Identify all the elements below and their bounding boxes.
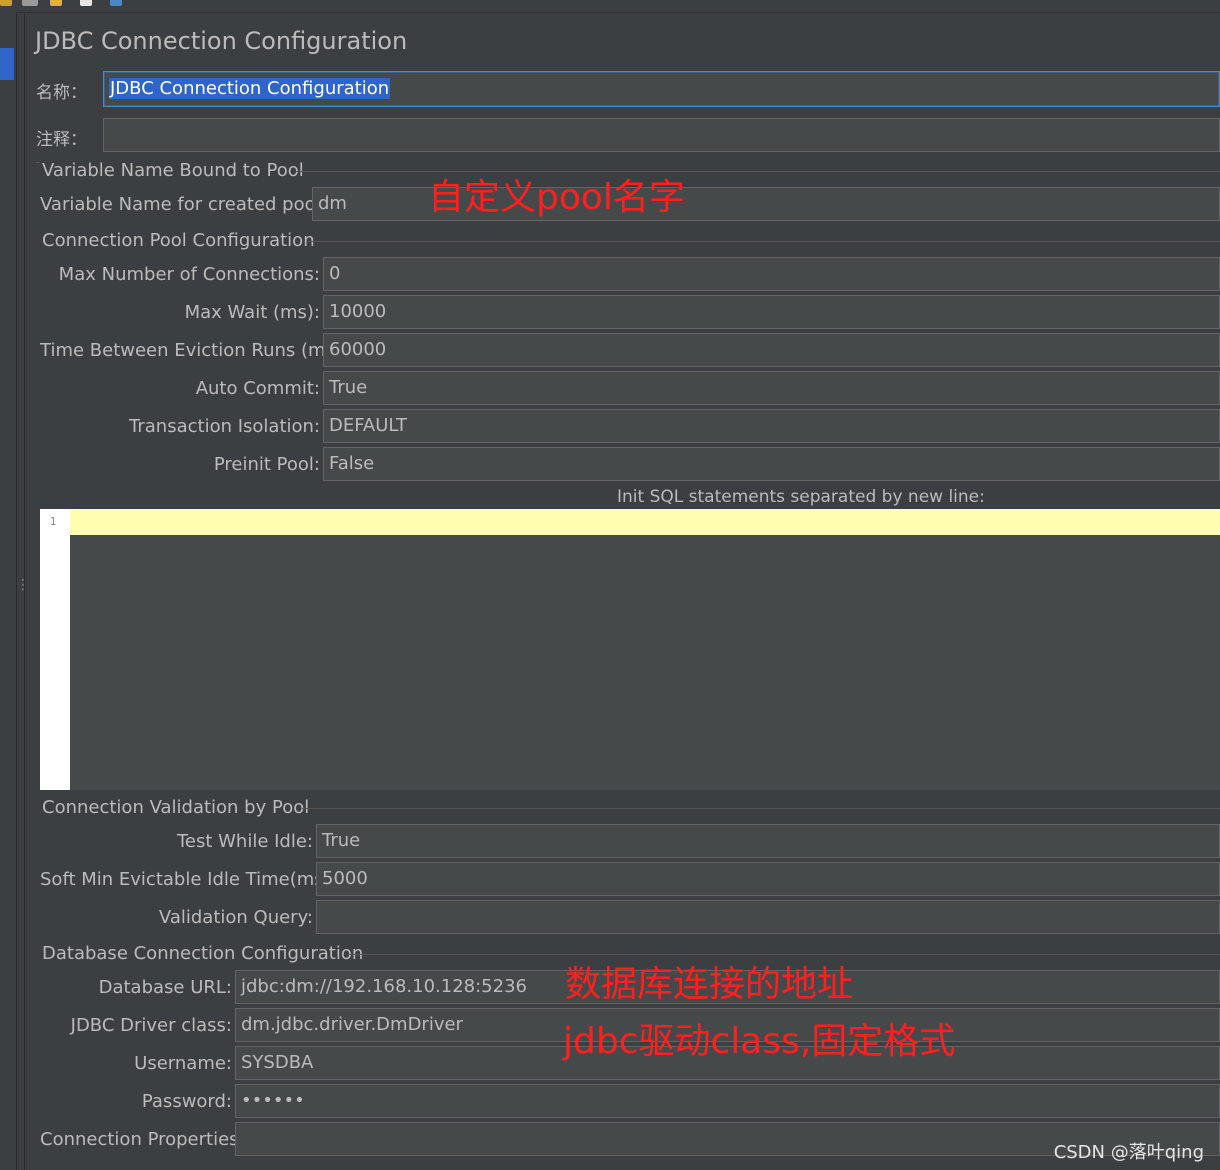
auto-commit-select[interactable]: True	[323, 371, 1220, 405]
toolbar-strip	[0, 0, 1220, 13]
info-icon[interactable]	[110, 0, 122, 6]
soft-min-idle-label: Soft Min Evictable Idle Time(ms):	[40, 869, 337, 890]
driver-class-label: JDBC Driver class:	[70, 1015, 232, 1036]
comment-label: 注释：	[36, 130, 87, 150]
preinit-pool-select[interactable]: False	[323, 447, 1220, 481]
eviction-input[interactable]: 60000	[323, 333, 1220, 367]
line-number-gutter	[40, 509, 70, 790]
line-number: 1	[49, 515, 57, 528]
name-input-value: JDBC Connection Configuration	[109, 78, 391, 99]
section-border	[36, 162, 40, 163]
annotation-driver: jdbc驱动class,固定格式	[563, 1021, 956, 1062]
validation-section-title: Connection Validation by Pool	[42, 797, 310, 818]
max-connections-label: Max Number of Connections:	[58, 264, 320, 285]
password-label: Password:	[141, 1091, 232, 1112]
max-wait-input[interactable]: 10000	[323, 295, 1220, 329]
tree-panel-edge	[0, 12, 17, 1170]
validation-query-label: Validation Query:	[158, 907, 313, 928]
connection-properties-label: Connection Properties:	[40, 1129, 245, 1150]
soft-min-idle-input[interactable]: 5000	[316, 862, 1220, 896]
username-label: Username:	[134, 1053, 232, 1074]
test-while-idle-label: Test While Idle:	[176, 831, 313, 852]
pool-variable-label: Variable Name for created pool:	[40, 194, 327, 215]
test-while-idle-select[interactable]: True	[316, 824, 1220, 858]
annotation-url: 数据库连接的地址	[565, 964, 854, 1005]
name-input[interactable]: JDBC Connection Configuration	[103, 71, 1220, 107]
tree-selection-marker	[0, 48, 14, 80]
section-border	[308, 241, 1220, 242]
variable-section-title: Variable Name Bound to Pool	[42, 160, 304, 181]
document-icon[interactable]	[80, 0, 92, 6]
toolbar-icon[interactable]	[22, 0, 38, 6]
transaction-isolation-label: Transaction Isolation:	[129, 416, 320, 437]
database-url-label: Database URL:	[98, 977, 232, 998]
section-border	[302, 808, 1220, 809]
name-label: 名称：	[36, 83, 87, 103]
max-connections-input[interactable]: 0	[323, 257, 1220, 291]
transaction-isolation-select[interactable]: DEFAULT	[323, 409, 1220, 443]
validation-query-input[interactable]	[316, 900, 1220, 934]
database-section-title: Database Connection Configuration	[42, 943, 364, 964]
init-sql-label: Init SQL statements separated by new lin…	[617, 487, 985, 507]
toolbar-icon[interactable]	[0, 0, 12, 6]
watermark: CSDN @落叶qing	[1053, 1142, 1204, 1163]
password-input[interactable]: ••••••	[235, 1084, 1220, 1118]
eviction-label: Time Between Eviction Runs (ms):	[40, 340, 349, 361]
current-line-highlight	[70, 509, 1220, 535]
preinit-pool-label: Preinit Pool:	[213, 454, 320, 475]
splitter-handle[interactable]: ⋮	[16, 578, 30, 592]
annotation-pool-name: 自定义pool名字	[428, 177, 685, 218]
init-sql-editor[interactable]	[40, 509, 1220, 790]
page-title: JDBC Connection Configuration	[35, 27, 408, 55]
pool-section-title: Connection Pool Configuration	[42, 230, 315, 251]
comment-input[interactable]	[103, 118, 1220, 152]
pencil-icon[interactable]	[50, 0, 62, 6]
auto-commit-label: Auto Commit:	[195, 378, 320, 399]
max-wait-label: Max Wait (ms):	[184, 302, 320, 323]
